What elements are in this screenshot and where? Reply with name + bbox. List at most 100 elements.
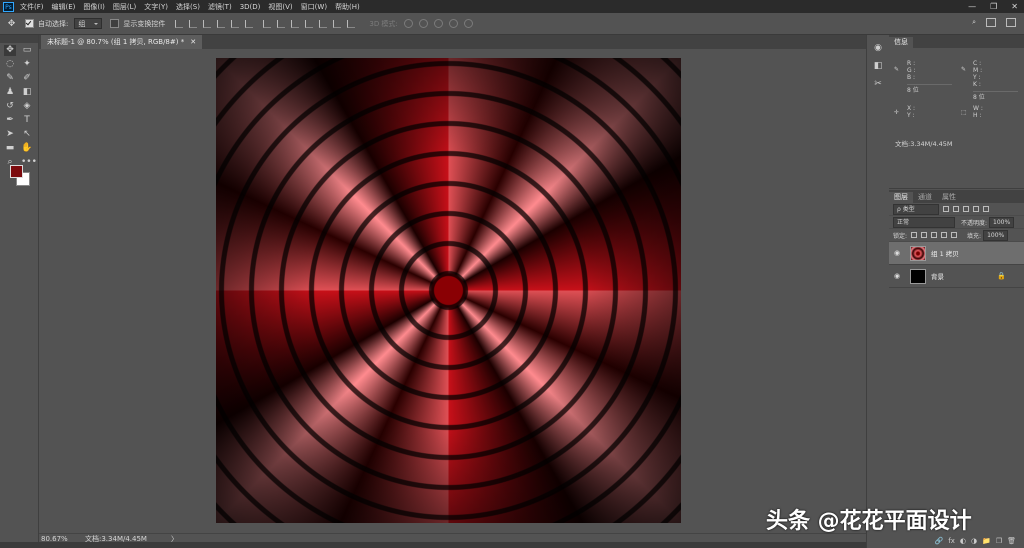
- menu-3d[interactable]: 3D(D): [240, 3, 261, 11]
- delete-icon[interactable]: 🗑: [1007, 537, 1016, 545]
- tab-properties[interactable]: 属性: [937, 192, 961, 203]
- lasso-tool-icon[interactable]: ◌: [4, 59, 16, 70]
- filter-shape-icon[interactable]: [973, 206, 979, 212]
- align-bottom-icon[interactable]: [203, 19, 212, 28]
- hand-tool-icon[interactable]: ✋: [21, 143, 33, 154]
- align-center-icon[interactable]: [231, 19, 240, 28]
- filter-adjust-icon[interactable]: [953, 206, 959, 212]
- info-bit-right: 8 位: [973, 94, 985, 101]
- pen-tool-icon[interactable]: ✒: [4, 115, 16, 126]
- direct-select-tool-icon[interactable]: ↖: [21, 129, 33, 140]
- adjustment-layer-icon[interactable]: ◑: [971, 537, 977, 545]
- path-select-tool-icon[interactable]: ➤: [4, 129, 16, 140]
- window-controls: — ❐ ✕: [968, 0, 1018, 13]
- stamp-tool-icon[interactable]: ♟: [4, 87, 16, 98]
- lock-image-icon[interactable]: [921, 232, 928, 238]
- tab-channels[interactable]: 通道: [913, 192, 937, 203]
- 3d-rotate-icon[interactable]: [403, 19, 413, 28]
- 3d-roll-icon[interactable]: [418, 19, 428, 28]
- lock-all-icon[interactable]: [951, 232, 958, 238]
- lock-position-icon[interactable]: [931, 232, 938, 238]
- brush-tool-icon[interactable]: ✐: [21, 73, 33, 84]
- layer-row[interactable]: ◉ 组 1 拷贝: [889, 242, 1024, 265]
- menu-view[interactable]: 视图(V): [268, 2, 292, 12]
- align-top-icon[interactable]: [175, 19, 184, 28]
- share-icon[interactable]: [1006, 18, 1016, 27]
- rectangle-tool-icon[interactable]: ▬: [4, 143, 16, 154]
- menu-window[interactable]: 窗口(W): [301, 2, 327, 12]
- document-tab[interactable]: 未标题-1 @ 80.7% (组 1 拷贝, RGB/8#) * ✕: [41, 35, 203, 49]
- lock-artboard-icon[interactable]: [941, 232, 948, 238]
- mask-icon[interactable]: ◐: [960, 537, 966, 545]
- swirl-artwork[interactable]: [216, 58, 681, 523]
- align-right-icon[interactable]: [245, 19, 254, 28]
- tab-layers[interactable]: 图层: [889, 192, 913, 203]
- distribute-top-icon[interactable]: [263, 19, 272, 28]
- menu-filter[interactable]: 滤镜(T): [208, 2, 232, 12]
- link-layers-icon[interactable]: 🔗: [935, 537, 944, 545]
- close-button[interactable]: ✕: [1011, 0, 1018, 13]
- 3d-drag-icon[interactable]: [433, 19, 443, 28]
- align-left-icon[interactable]: [217, 19, 226, 28]
- magic-wand-tool-icon[interactable]: ✦: [21, 59, 33, 70]
- align-middle-icon[interactable]: [189, 19, 198, 28]
- lock-transparent-icon[interactable]: [911, 232, 918, 238]
- tool-rows: ✥ ▭ ◌ ✦ ✎ ✐ ♟ ◧ ↺ ◈ ✒ T ➤ ↖ ▬ ✋ ⌕ •••: [0, 43, 38, 169]
- bucket-tool-icon[interactable]: ◈: [21, 101, 33, 112]
- move-tool-icon[interactable]: ✥: [4, 45, 16, 56]
- eye-icon[interactable]: ◉: [894, 249, 902, 257]
- layer-row[interactable]: ◉ 背景 🔒: [889, 265, 1024, 288]
- move-tool-icon[interactable]: ✥: [6, 19, 17, 29]
- distribute-left-icon[interactable]: [305, 19, 314, 28]
- distribute-right-icon[interactable]: [333, 19, 342, 28]
- filter-type-icon[interactable]: [963, 206, 969, 212]
- distribute-middle-icon[interactable]: [277, 19, 286, 28]
- 3d-slide-icon[interactable]: [448, 19, 458, 28]
- selection-size-icon: ⬚: [961, 109, 967, 116]
- opacity-input[interactable]: 100%: [989, 216, 1015, 228]
- history-brush-tool-icon[interactable]: ↺: [4, 101, 16, 112]
- distribute-bottom-icon[interactable]: [291, 19, 300, 28]
- new-group-icon[interactable]: 📁: [982, 537, 991, 545]
- eraser-tool-icon[interactable]: ◧: [21, 87, 33, 98]
- fill-input[interactable]: 100%: [983, 229, 1009, 241]
- restore-button[interactable]: ❐: [990, 0, 997, 13]
- right-panels: 信息 ✎ R : G : B : 8 位 ✎ C : M : Y : K : 8…: [889, 35, 1024, 548]
- 3d-scale-icon[interactable]: [463, 19, 473, 28]
- auto-select-dropdown[interactable]: 组: [74, 18, 103, 29]
- tab-info[interactable]: 信息: [889, 37, 913, 48]
- menu-layer[interactable]: 图层(L): [113, 2, 136, 12]
- tools-panel-icon[interactable]: ✂: [872, 79, 884, 89]
- type-tool-icon[interactable]: T: [21, 115, 33, 126]
- 3d-panel-icon[interactable]: ◉: [872, 43, 884, 53]
- menu-help[interactable]: 帮助(H): [335, 2, 360, 12]
- menu-edit[interactable]: 编辑(E): [52, 2, 76, 12]
- new-layer-icon[interactable]: ❐: [996, 537, 1002, 545]
- layer-filter-select[interactable]: ρ 类型: [893, 203, 939, 215]
- eye-icon[interactable]: ◉: [894, 272, 902, 280]
- blend-mode-select[interactable]: 正常: [893, 216, 955, 228]
- close-icon[interactable]: ✕: [190, 38, 196, 46]
- filter-smart-icon[interactable]: [983, 206, 989, 212]
- eyedropper-tool-icon[interactable]: ✎: [4, 73, 16, 84]
- show-transform-checkbox[interactable]: [110, 19, 120, 28]
- auto-align-icon[interactable]: [347, 19, 356, 28]
- minimize-button[interactable]: —: [968, 0, 976, 13]
- fx-icon[interactable]: fx: [948, 537, 955, 545]
- menu-type[interactable]: 文字(Y): [144, 2, 168, 12]
- menu-image[interactable]: 图像(I): [83, 2, 105, 12]
- menu-select[interactable]: 选择(S): [176, 2, 200, 12]
- tool-row: ↺ ◈: [0, 99, 38, 113]
- auto-select-checkbox[interactable]: [25, 19, 34, 28]
- lock-fill-row: 锁定: 填充: 100%: [889, 229, 1024, 242]
- filter-pixel-icon[interactable]: [943, 206, 949, 212]
- show-transform-label: 显示变换控件: [123, 19, 166, 28]
- artboard-tool-icon[interactable]: ▭: [21, 45, 33, 56]
- layer-name: 组 1 拷贝: [931, 250, 959, 258]
- menu-file[interactable]: 文件(F): [20, 2, 44, 12]
- distribute-center-icon[interactable]: [319, 19, 328, 28]
- search-icon[interactable]: ⌕: [972, 18, 976, 27]
- workspace-icon[interactable]: [986, 18, 996, 27]
- adjustments-panel-icon[interactable]: ◧: [872, 61, 884, 71]
- foreground-color-swatch[interactable]: [10, 165, 23, 178]
